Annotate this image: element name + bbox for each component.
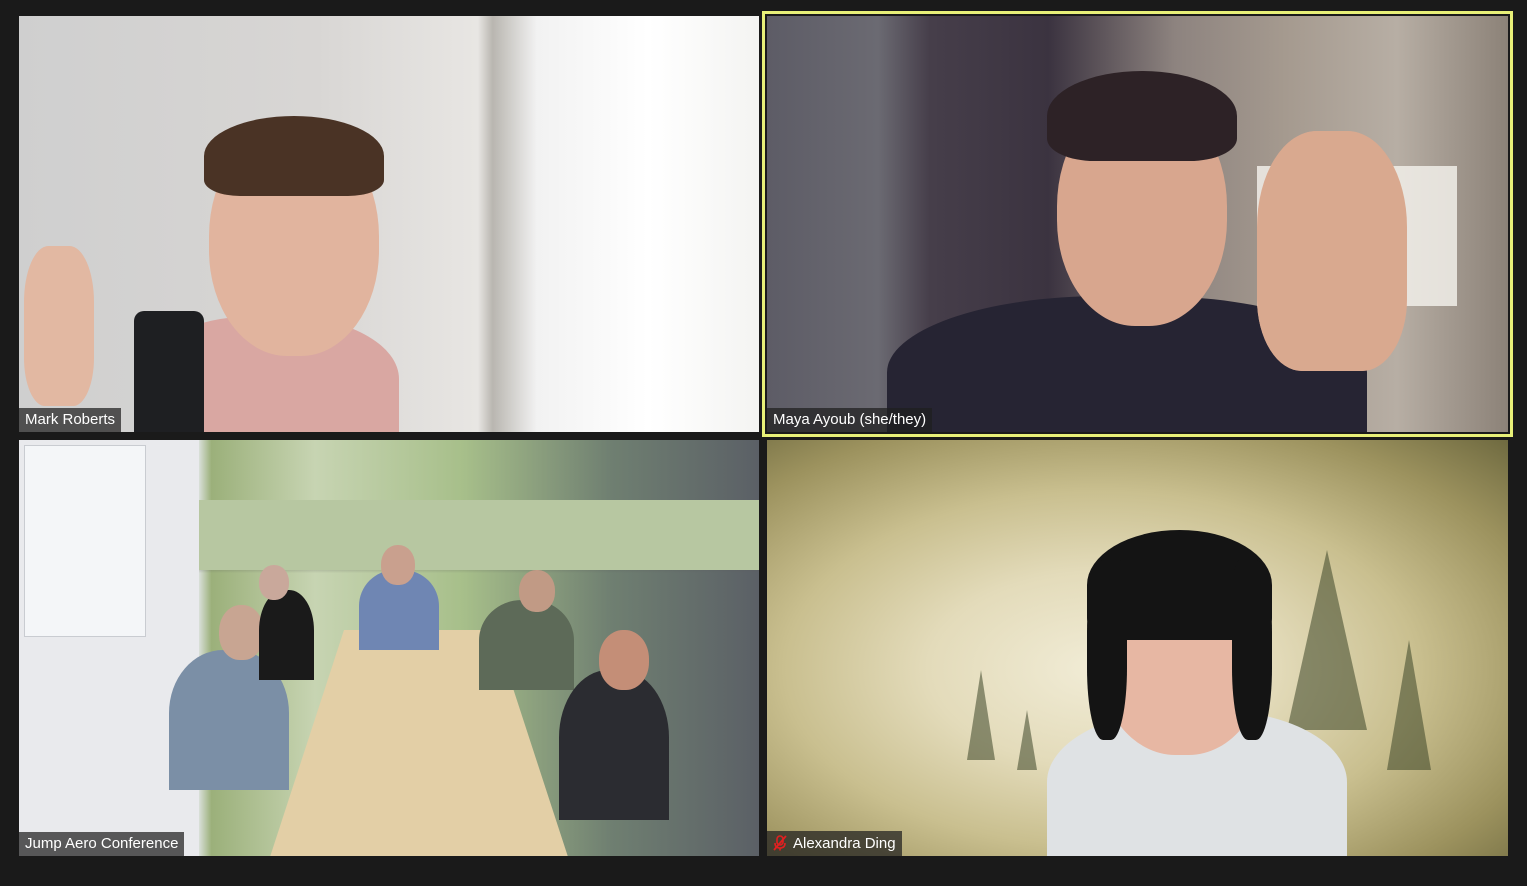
participant-name: Alexandra Ding xyxy=(793,834,896,852)
participant-name-tag: Jump Aero Conference xyxy=(19,832,185,856)
participant-name: Jump Aero Conference xyxy=(25,835,179,852)
video-feed xyxy=(19,16,759,432)
participant-name-tag: Mark Roberts xyxy=(19,408,122,432)
video-tile-maya-ayoub[interactable]: Maya Ayoub (she/they) xyxy=(762,11,1513,437)
video-gallery: Mark Roberts Maya Ayoub (she/they) Jump … xyxy=(0,0,1527,886)
participant-name-tag: Alexandra Ding xyxy=(767,831,902,856)
mic-muted-icon xyxy=(773,835,787,851)
video-feed xyxy=(767,16,1508,432)
video-feed xyxy=(767,440,1508,856)
participant-name: Mark Roberts xyxy=(25,411,116,428)
video-feed xyxy=(19,440,759,856)
participant-name: Maya Ayoub (she/they) xyxy=(773,411,927,428)
video-tile-mark-roberts[interactable]: Mark Roberts xyxy=(19,16,759,432)
video-tile-jump-aero-conference[interactable]: Jump Aero Conference xyxy=(19,440,759,856)
video-tile-alexandra-ding[interactable]: Alexandra Ding xyxy=(767,440,1508,856)
participant-name-tag: Maya Ayoub (she/they) xyxy=(767,408,933,432)
